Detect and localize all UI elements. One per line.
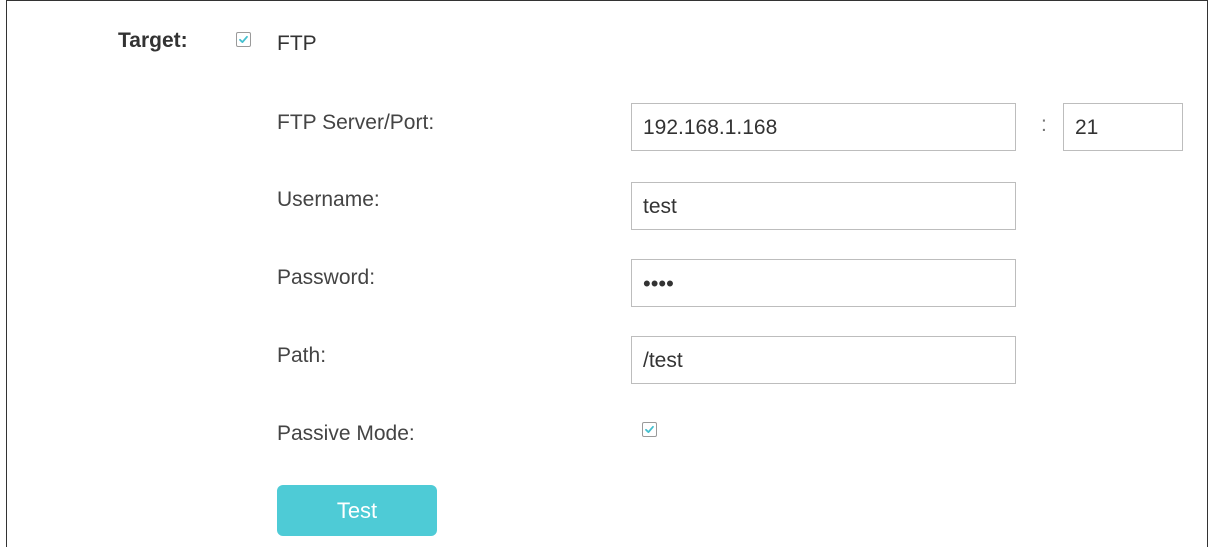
- ftp-settings-panel: Target: FTP FTP Server/Port: 192.168.1.1…: [6, 0, 1208, 547]
- ftp-checkbox[interactable]: [236, 32, 251, 47]
- test-button[interactable]: Test: [277, 485, 437, 536]
- username-label: Username:: [277, 188, 380, 211]
- path-input[interactable]: /test: [631, 336, 1016, 384]
- passive-mode-checkbox[interactable]: [642, 422, 657, 437]
- target-label: Target:: [118, 29, 188, 52]
- check-icon: [239, 35, 248, 43]
- password-label: Password:: [277, 266, 376, 289]
- password-input[interactable]: ••••: [631, 259, 1016, 307]
- port-separator: :: [1041, 113, 1047, 136]
- path-label: Path:: [277, 344, 327, 367]
- ftp-port-input[interactable]: 21: [1063, 103, 1183, 151]
- ftp-label: FTP: [277, 32, 317, 55]
- check-icon: [645, 425, 654, 433]
- ftp-server-input[interactable]: 192.168.1.168: [631, 103, 1016, 151]
- passive-mode-label: Passive Mode:: [277, 422, 415, 445]
- username-input[interactable]: test: [631, 182, 1016, 230]
- ftp-server-port-label: FTP Server/Port:: [277, 111, 435, 134]
